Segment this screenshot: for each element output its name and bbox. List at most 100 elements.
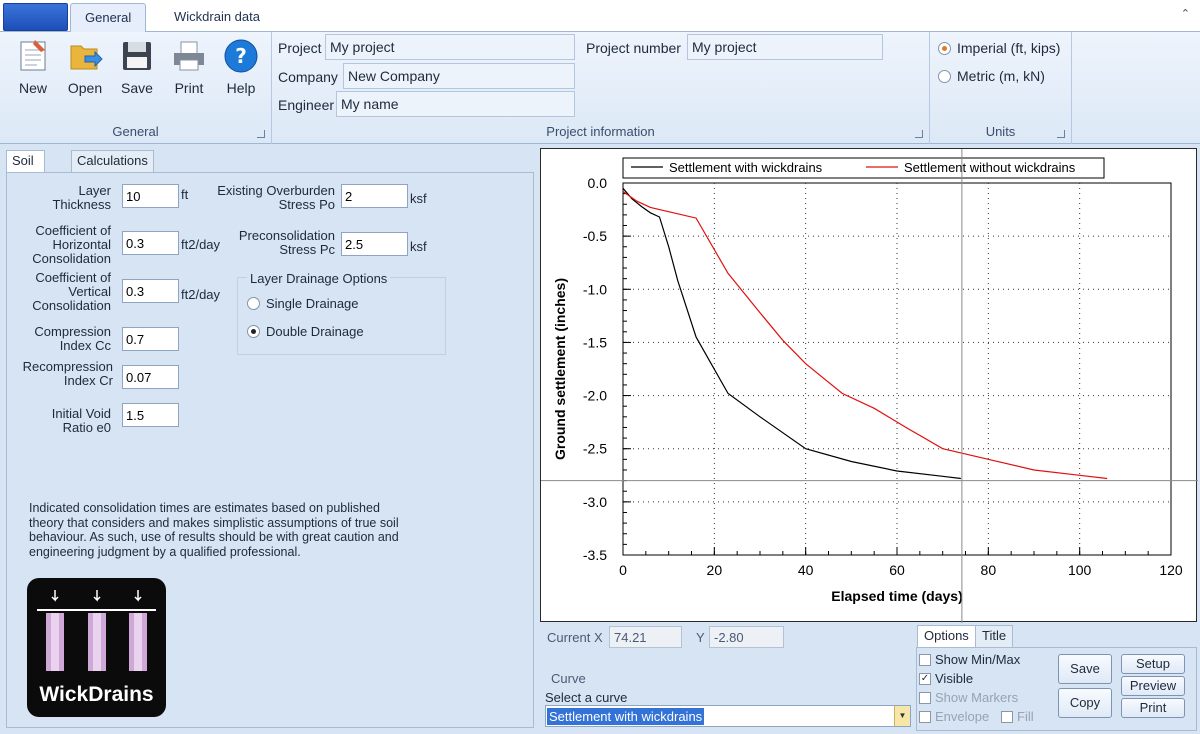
radio-unselected-icon	[247, 297, 260, 310]
show-minmax-checkbox[interactable]: Show Min/Max	[919, 652, 1020, 667]
metric-radio[interactable]: Metric (m, kN)	[938, 68, 1045, 84]
current-x-label: X	[594, 630, 603, 645]
select-curve-label: Select a curve	[545, 690, 628, 705]
current-y-label: Y	[696, 630, 705, 645]
chart-save-button[interactable]: Save	[1058, 654, 1112, 684]
x-tick-label: 80	[981, 562, 997, 578]
single-drainage-radio[interactable]: Single Drainage	[247, 296, 359, 311]
x-tick-label: 40	[798, 562, 814, 578]
po-label: Existing Overburden Stress Po	[217, 183, 335, 212]
application-menu-button[interactable]	[3, 3, 68, 31]
project-information-launcher-icon[interactable]	[915, 130, 923, 138]
y-tick-label: 0.0	[588, 175, 608, 191]
units-label: Units	[985, 124, 1016, 139]
options-panel: Show Min/Max ✓ Visible Show Markers Envel…	[916, 647, 1197, 731]
y-axis-label: Ground settlement (inches)	[552, 278, 568, 460]
radio-selected-icon	[247, 325, 260, 338]
x-axis-label: Elapsed time (days)	[831, 588, 963, 604]
new-button[interactable]: New	[9, 38, 57, 98]
tab-calculations[interactable]: Calculations	[71, 150, 154, 172]
imperial-radio[interactable]: Imperial (ft, kips)	[938, 40, 1060, 56]
tab-general[interactable]: General	[70, 3, 147, 32]
cr-label: Recompression Index Cr	[22, 359, 113, 388]
layer-thickness-unit: ft	[181, 187, 189, 202]
drainage-options-group	[237, 277, 446, 355]
project-information-group: Project Company Engineer Project number …	[272, 32, 930, 144]
y-tick-label: -2.5	[583, 441, 607, 457]
new-document-icon	[20, 40, 46, 71]
fill-checkbox[interactable]: Fill	[1001, 709, 1034, 724]
tab-options[interactable]: Options	[917, 625, 976, 647]
curve-select[interactable]: Settlement with wickdrains ▼	[545, 705, 911, 727]
tab-soil-data[interactable]: Soil Data	[6, 150, 46, 188]
printer-icon	[174, 41, 204, 71]
chevron-down-icon[interactable]: ▼	[894, 706, 910, 726]
disclaimer-text: Indicated consolidation times are estima…	[29, 501, 399, 559]
cr-input[interactable]	[122, 365, 179, 389]
chart-print-button[interactable]: Print	[1121, 698, 1185, 718]
current-label: Current	[547, 630, 591, 645]
engineer-field[interactable]	[336, 91, 575, 117]
cc-input[interactable]	[122, 327, 179, 351]
radio-selected-icon	[938, 41, 951, 55]
save-button[interactable]: Save	[113, 38, 161, 98]
curve-select-value: Settlement with wickdrains	[547, 708, 705, 725]
checkbox-icon	[919, 691, 931, 704]
y-tick-label: -1.0	[583, 281, 607, 297]
e0-input[interactable]	[122, 403, 179, 427]
curve-group-label: Curve	[551, 671, 586, 686]
ribbon: New Open Save Print ? Help General Proje…	[0, 32, 1200, 144]
chart-preview-button[interactable]: Preview	[1121, 676, 1185, 696]
project-label: Project	[278, 40, 322, 56]
ribbon-tab-bar: General Wickdrain data ⌃	[0, 0, 1200, 32]
visible-checkbox[interactable]: ✓ Visible	[919, 671, 973, 686]
settlement-chart[interactable]: 0 20 40 60 80 100 120 0.0 -0.5 -1.0 -1.5 -2.0 -2.5 -3…	[540, 148, 1198, 623]
checkbox-icon	[919, 653, 931, 666]
project-number-field[interactable]	[687, 34, 883, 60]
y-tick-label: -3.0	[583, 494, 607, 510]
layer-thickness-input[interactable]	[122, 184, 179, 208]
show-markers-checkbox[interactable]: Show Markers	[919, 690, 1018, 705]
drainage-options-title: Layer Drainage Options	[247, 271, 391, 286]
tab-title[interactable]: Title	[975, 625, 1014, 647]
y-tick-label: -2.0	[583, 388, 607, 404]
print-button[interactable]: Print	[165, 38, 213, 98]
open-button[interactable]: Open	[61, 38, 109, 98]
cv-input[interactable]	[122, 279, 179, 303]
pc-label: Preconsolidation Stress Pc	[238, 228, 335, 257]
x-tick-label: 120	[1159, 562, 1183, 578]
x-tick-label: 20	[707, 562, 723, 578]
company-field[interactable]	[343, 63, 575, 89]
tab-wickdrain-data[interactable]: Wickdrain data	[160, 3, 274, 32]
layer-thickness-label: Layer Thickness	[52, 183, 111, 212]
current-y-field: -2.80	[709, 626, 784, 648]
po-input[interactable]	[341, 184, 408, 208]
help-button[interactable]: ? Help	[217, 38, 265, 98]
x-tick-label: 0	[619, 562, 627, 578]
e0-label: Initial Void Ratio e0	[51, 406, 111, 435]
company-label: Company	[278, 69, 338, 85]
ch-input[interactable]	[122, 231, 179, 255]
envelope-checkbox[interactable]: Envelope	[919, 709, 989, 724]
project-number-label: Project number	[586, 40, 681, 56]
po-unit: ksf	[410, 191, 427, 206]
project-field[interactable]	[325, 34, 575, 60]
project-information-label: Project information	[546, 124, 655, 139]
floppy-disk-icon	[123, 42, 151, 70]
units-launcher-icon[interactable]	[1057, 130, 1065, 138]
pc-unit: ksf	[410, 239, 427, 254]
chart-setup-button[interactable]: Setup	[1121, 654, 1185, 674]
help-icon: ?	[224, 39, 258, 73]
collapse-ribbon-icon[interactable]: ⌃	[1181, 7, 1190, 20]
ch-label: Coefficient of Horizontal Consolidation	[32, 223, 111, 266]
legend-entry: Settlement with wickdrains	[669, 160, 823, 175]
engineer-label: Engineer	[278, 97, 335, 113]
units-group: Imperial (ft, kips) Metric (m, kN) Units	[930, 32, 1072, 144]
double-drainage-radio[interactable]: Double Drainage	[247, 324, 364, 339]
chart-svg: 0 20 40 60 80 100 120 0.0 -0.5 -1.0 -1.5 -2.0 -2.5 -3…	[541, 149, 1198, 623]
pc-input[interactable]	[341, 232, 408, 256]
chart-copy-button[interactable]: Copy	[1058, 688, 1112, 718]
y-tick-label: -1.5	[583, 334, 607, 350]
general-launcher-icon[interactable]	[257, 130, 265, 138]
cv-unit: ft2/day	[181, 287, 221, 302]
